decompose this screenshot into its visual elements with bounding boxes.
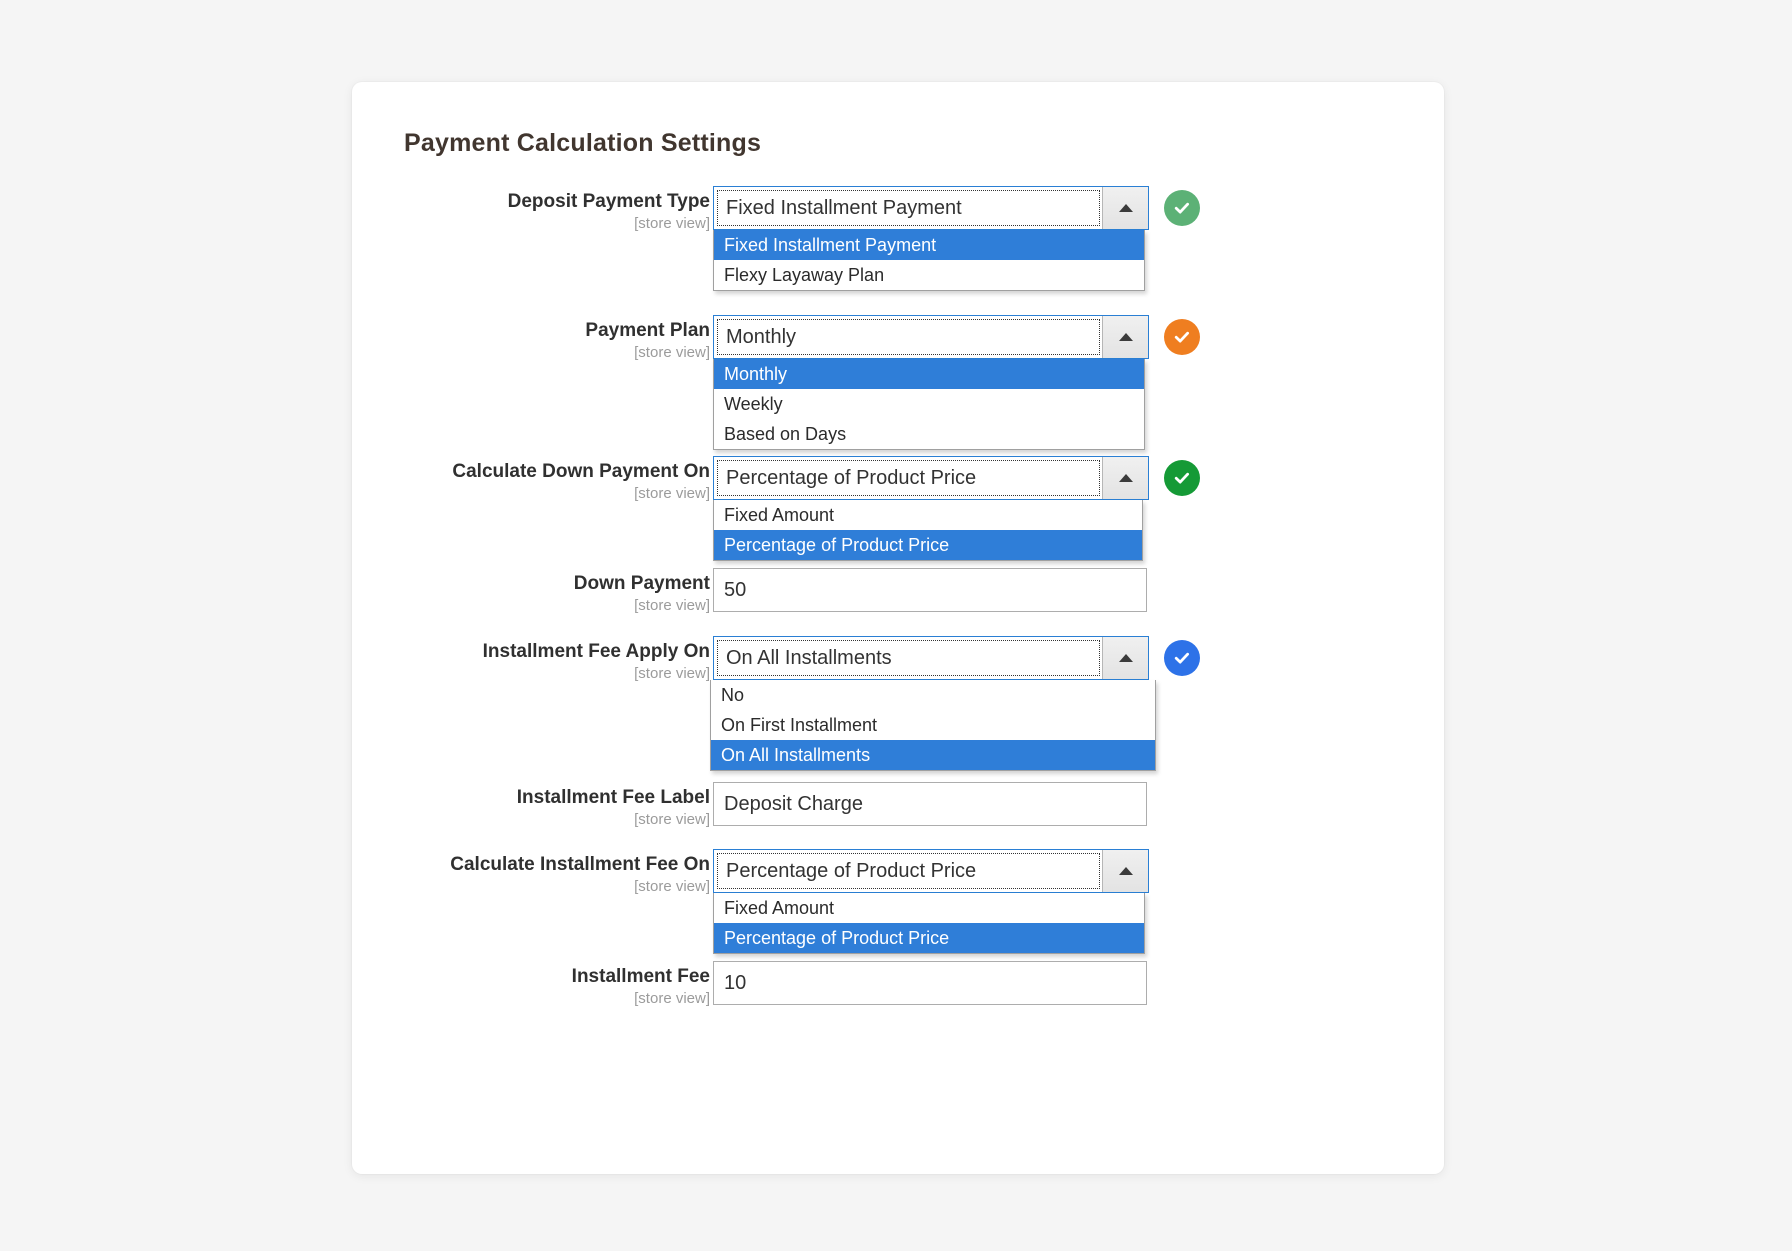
field-scope-down-payment: [store view]	[634, 597, 710, 614]
select-value-deposit-payment-type[interactable]: Fixed Installment Payment	[717, 190, 1100, 226]
field-label-payment-plan: Payment Plan	[585, 320, 710, 341]
page-title: Payment Calculation Settings	[404, 129, 762, 157]
input-installment-fee[interactable]: 10	[713, 961, 1147, 1005]
input-installment-fee-label[interactable]: Deposit Charge	[713, 782, 1147, 826]
field-label-installment-fee-apply-on: Installment Fee Apply On	[482, 641, 710, 662]
field-scope-installment-fee-apply-on: [store view]	[634, 665, 710, 682]
field-scope-deposit-payment-type: [store view]	[634, 215, 710, 232]
field-label-installment-fee: Installment Fee	[571, 966, 710, 987]
page-root: Payment Calculation Settings Deposit Pay…	[0, 0, 1792, 1251]
select-toggle-calculate-down-payment-on[interactable]	[1102, 457, 1148, 499]
caret-up-icon	[1118, 867, 1133, 875]
select-installment-fee-apply-on[interactable]: On All Installments	[713, 636, 1149, 680]
dropdown-option[interactable]: Fixed Amount	[714, 500, 1142, 530]
dropdown-list-calculate-down-payment-on[interactable]: Fixed Amount Percentage of Product Price	[713, 500, 1143, 561]
dropdown-option[interactable]: Weekly	[714, 389, 1144, 419]
dropdown-option[interactable]: On First Installment	[711, 710, 1155, 740]
field-label-deposit-payment-type: Deposit Payment Type	[507, 191, 710, 212]
input-down-payment[interactable]: 50	[713, 568, 1147, 612]
dropdown-option[interactable]: Flexy Layaway Plan	[714, 260, 1144, 290]
caret-up-icon	[1118, 474, 1133, 482]
field-label-down-payment: Down Payment	[573, 573, 710, 594]
dropdown-option[interactable]: On All Installments	[711, 740, 1155, 770]
settings-panel: Payment Calculation Settings Deposit Pay…	[352, 82, 1444, 1174]
dropdown-option[interactable]: Percentage of Product Price	[714, 530, 1142, 560]
status-check-orange	[1164, 319, 1200, 355]
select-deposit-payment-type[interactable]: Fixed Installment Payment	[713, 186, 1149, 230]
select-calculate-installment-fee-on[interactable]: Percentage of Product Price	[713, 849, 1149, 893]
select-value-installment-fee-apply-on[interactable]: On All Installments	[717, 640, 1100, 676]
caret-up-icon	[1118, 333, 1133, 341]
select-toggle-deposit-payment-type[interactable]	[1102, 187, 1148, 229]
select-value-payment-plan[interactable]: Monthly	[717, 319, 1100, 355]
select-toggle-installment-fee-apply-on[interactable]	[1102, 637, 1148, 679]
dropdown-option[interactable]: Percentage of Product Price	[714, 923, 1144, 953]
dropdown-list-installment-fee-apply-on[interactable]: No On First Installment On All Installment…	[710, 680, 1156, 771]
dropdown-option[interactable]: No	[711, 680, 1155, 710]
field-scope-installment-fee: [store view]	[634, 990, 710, 1007]
select-payment-plan[interactable]: Monthly	[713, 315, 1149, 359]
dropdown-option[interactable]: Fixed Amount	[714, 893, 1144, 923]
select-value-calculate-installment-fee-on[interactable]: Percentage of Product Price	[717, 853, 1100, 889]
dropdown-list-calculate-installment-fee-on[interactable]: Fixed Amount Percentage of Product Price	[713, 893, 1145, 954]
select-toggle-calculate-installment-fee-on[interactable]	[1102, 850, 1148, 892]
field-scope-calculate-down-payment-on: [store view]	[634, 485, 710, 502]
status-check-green-dark	[1164, 460, 1200, 496]
caret-up-icon	[1118, 204, 1133, 212]
field-scope-calculate-installment-fee-on: [store view]	[634, 878, 710, 895]
caret-up-icon	[1118, 654, 1133, 662]
field-scope-installment-fee-label: [store view]	[634, 811, 710, 828]
field-label-calculate-installment-fee-on: Calculate Installment Fee On	[450, 854, 710, 875]
dropdown-list-payment-plan[interactable]: Monthly Weekly Based on Days	[713, 359, 1145, 450]
select-calculate-down-payment-on[interactable]: Percentage of Product Price	[713, 456, 1149, 500]
status-check-blue	[1164, 640, 1200, 676]
field-scope-payment-plan: [store view]	[634, 344, 710, 361]
select-value-calculate-down-payment-on[interactable]: Percentage of Product Price	[717, 460, 1100, 496]
status-check-green	[1164, 190, 1200, 226]
dropdown-option[interactable]: Fixed Installment Payment	[714, 230, 1144, 260]
field-label-calculate-down-payment-on: Calculate Down Payment On	[452, 461, 710, 482]
dropdown-option[interactable]: Based on Days	[714, 419, 1144, 449]
dropdown-list-deposit-payment-type[interactable]: Fixed Installment Payment Flexy Layaway P…	[713, 230, 1145, 291]
field-label-installment-fee-label: Installment Fee Label	[516, 787, 710, 808]
select-toggle-payment-plan[interactable]	[1102, 316, 1148, 358]
dropdown-option[interactable]: Monthly	[714, 359, 1144, 389]
